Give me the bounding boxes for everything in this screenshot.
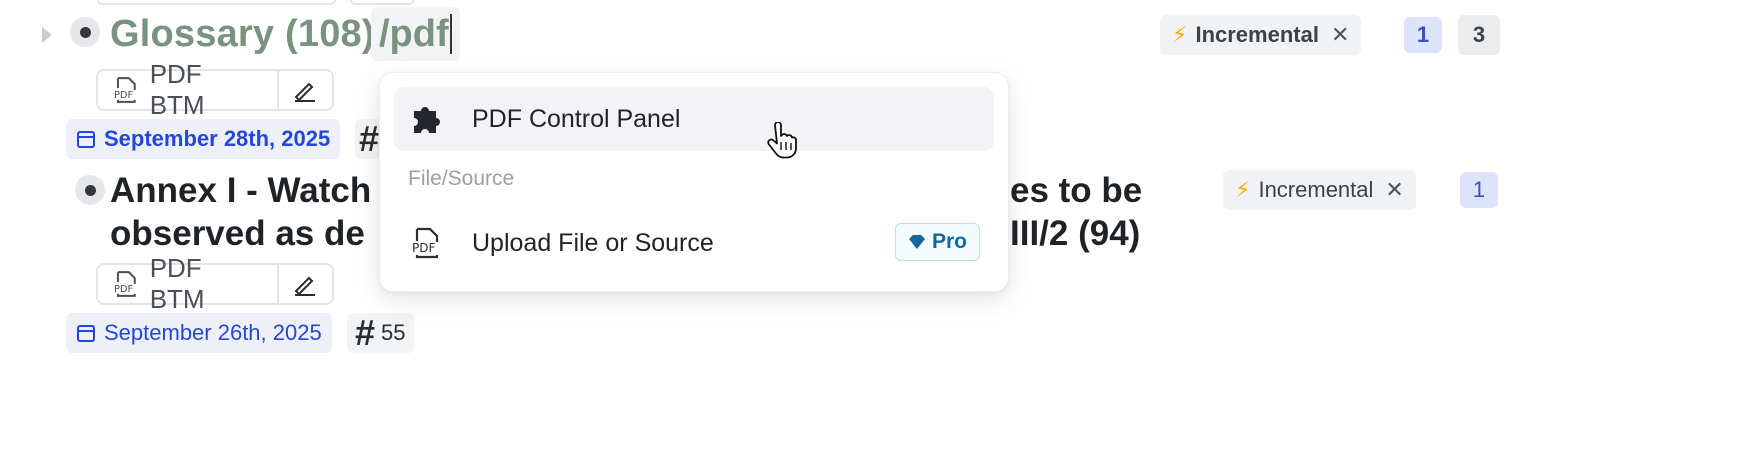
incremental-label-2: Incremental — [1258, 177, 1374, 202]
calendar-icon — [77, 325, 95, 342]
menu-item-label: Upload File or Source — [472, 228, 714, 257]
pdf-file-icon: PDF — [114, 77, 136, 103]
date-tag-2[interactable]: September 26th, 2025 — [66, 313, 332, 353]
lightning-icon: ⚡ — [1235, 177, 1251, 202]
hash-icon: # — [355, 312, 376, 353]
lightning-icon: ⚡ — [1172, 22, 1188, 47]
block-title-line1-right[interactable]: es to be — [1010, 169, 1142, 213]
puzzle-icon — [414, 107, 440, 133]
collapse-arrow-icon[interactable] — [42, 27, 52, 43]
pdf-btm-button-2[interactable]: PDF PDF BTM — [96, 253, 334, 314]
hash-tag-2[interactable]: # 55 — [347, 313, 414, 353]
svg-text:PDF: PDF — [114, 284, 134, 295]
block-title-line2-right[interactable]: III/2 (94) — [1010, 212, 1140, 256]
pdf-btm-main[interactable]: PDF PDF BTM — [98, 59, 277, 120]
pdf-btm-main-2[interactable]: PDF PDF BTM — [98, 253, 277, 314]
previous-block-edge — [97, 0, 336, 5]
pro-badge: Pro — [894, 223, 980, 261]
date-text-2: September 26th, 2025 — [104, 320, 322, 345]
close-icon[interactable]: ✕ — [1385, 177, 1403, 203]
close-icon[interactable]: ✕ — [1331, 22, 1349, 48]
pencil-icon — [294, 82, 316, 102]
incremental-label: Incremental — [1195, 22, 1319, 47]
slash-command-menu: PDF Control Panel File/Source PDF Upload… — [379, 72, 1009, 292]
block-bullet-2[interactable] — [75, 175, 105, 205]
diamond-icon — [908, 235, 925, 249]
menu-item-label: PDF Control Panel — [472, 104, 681, 133]
date-text: September 28th, 2025 — [104, 126, 331, 151]
previous-block-edge-2 — [350, 0, 414, 5]
hash-icon: # — [359, 119, 380, 159]
menu-section-label: File/Source — [408, 167, 515, 190]
page-title[interactable]: Glossary (108) — [110, 13, 375, 56]
pencil-icon — [294, 276, 316, 296]
count-badge-blue-2[interactable]: 1 — [1460, 172, 1498, 208]
hand-cursor-icon — [767, 122, 797, 159]
edit-button[interactable] — [276, 71, 332, 109]
pdf-btm-label: PDF BTM — [149, 59, 205, 120]
incremental-tag[interactable]: ⚡ Incremental ✕ — [1160, 15, 1362, 55]
slash-command-text: /pdf — [379, 12, 449, 55]
pdf-file-icon: PDF — [412, 227, 439, 259]
slash-command-input[interactable]: /pdf — [371, 7, 460, 61]
menu-item-pdf-control-panel[interactable]: PDF Control Panel — [394, 87, 994, 151]
svg-text:PDF: PDF — [114, 90, 134, 101]
hash-value: 55 — [381, 320, 406, 345]
calendar-icon — [77, 131, 95, 148]
edit-button-2[interactable] — [276, 265, 332, 303]
block-title-line2[interactable]: observed as de — [110, 212, 365, 256]
pro-label: Pro — [931, 230, 967, 253]
block-bullet[interactable] — [70, 17, 100, 47]
pdf-btm-button[interactable]: PDF PDF BTM — [96, 59, 334, 120]
date-tag[interactable]: September 28th, 2025 — [66, 119, 341, 159]
pdf-btm-label-2: PDF BTM — [149, 253, 205, 314]
text-caret — [449, 14, 452, 54]
block-title-line1[interactable]: Annex I - Watch — [110, 169, 371, 213]
svg-text:PDF: PDF — [412, 241, 435, 255]
count-badge-gray[interactable]: 3 — [1458, 15, 1500, 55]
incremental-tag-2[interactable]: ⚡ Incremental ✕ — [1223, 170, 1416, 210]
pdf-file-icon: PDF — [114, 271, 136, 297]
count-badge-blue[interactable]: 1 — [1404, 17, 1442, 53]
